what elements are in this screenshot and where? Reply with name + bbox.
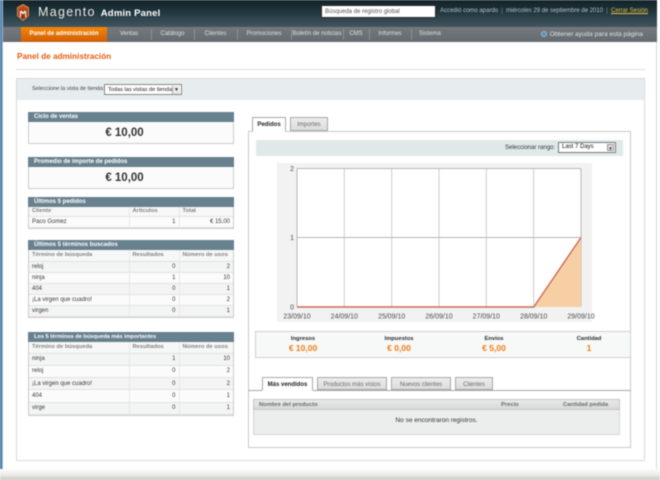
svg-text:26/09/10: 26/09/10 <box>425 314 452 321</box>
svg-text:28/09/10: 28/09/10 <box>520 314 547 321</box>
svg-text:25/09/10: 25/09/10 <box>378 314 405 321</box>
svg-text:2: 2 <box>290 166 294 173</box>
svg-text:24/09/10: 24/09/10 <box>331 314 358 321</box>
svg-text:23/09/10: 23/09/10 <box>283 314 310 321</box>
svg-text:1: 1 <box>290 235 294 242</box>
svg-text:0: 0 <box>290 305 294 312</box>
svg-text:29/09/10: 29/09/10 <box>567 314 594 321</box>
svg-text:27/09/10: 27/09/10 <box>473 314 500 321</box>
